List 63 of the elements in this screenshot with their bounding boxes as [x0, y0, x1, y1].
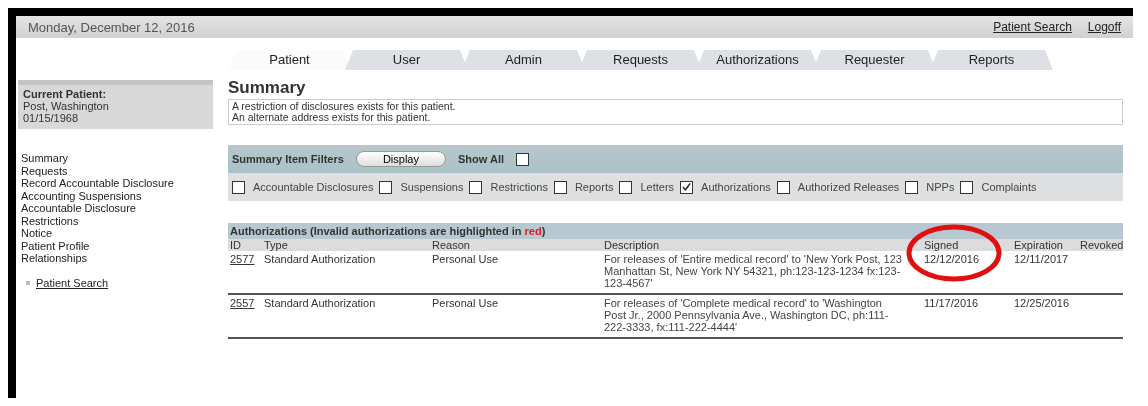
filter-label: Reports: [574, 181, 614, 193]
filter-label: Authorized Releases: [797, 181, 900, 193]
bullet-icon: [26, 280, 30, 285]
sidebar-link[interactable]: Notice: [21, 227, 228, 240]
sidebar-link[interactable]: Accounting Suspensions: [21, 189, 228, 202]
table-cell: Standard Authorization: [264, 297, 376, 309]
sidebar-link[interactable]: Patient Profile: [21, 239, 228, 252]
table-cell: Personal Use: [432, 253, 499, 265]
patient-dob: 01/15/1968: [23, 112, 80, 124]
filter-checkbox[interactable]: [905, 180, 919, 194]
filter-label: Accountable Disclosures: [253, 181, 374, 193]
filter-checkbox[interactable]: [960, 180, 974, 194]
table-cell-text: For releases of 'Complete medical record' to 'Washington Post Jr., 2000 Pennsylvania Ave., Washington DC, ph:111-222-3333, fx:111-222-4444': [604, 297, 890, 333]
filter-checkbox[interactable]: [776, 180, 790, 194]
authorization-id-link[interactable]: 2557: [230, 297, 255, 309]
sidebar-link[interactable]: Summary: [21, 152, 228, 165]
show-all-label: Show All: [457, 153, 504, 165]
filter-checkbox[interactable]: [379, 180, 393, 194]
table-cell: 11/17/2016: [924, 297, 979, 309]
notice-text: A restriction of disclosures exists for this patient.: [232, 101, 457, 112]
table-cell: Personal Use: [432, 297, 499, 309]
filter-checkbox[interactable]: [553, 180, 567, 194]
filter-label: Letters: [640, 181, 675, 193]
filter-checkbox[interactable]: [469, 180, 483, 194]
sidebar-link[interactable]: Requests: [21, 164, 228, 177]
sidebar-link[interactable]: Relationships: [21, 252, 228, 265]
sidebar-link[interactable]: Restrictions: [21, 214, 228, 227]
summary-title: Summary: [228, 78, 307, 98]
current-patient-label: Current Patient:: [23, 88, 108, 100]
column-header: Signed: [922, 239, 1012, 251]
filter-label: Authorizations: [701, 181, 771, 193]
filter-label: Complaints: [981, 181, 1037, 193]
filter-checkbox[interactable]: [232, 180, 245, 194]
filter-checkbox[interactable]: [619, 180, 633, 194]
column-header: Type: [262, 239, 430, 251]
authorization-id-link[interactable]: 2577: [230, 253, 255, 265]
filter-checkbox[interactable]: [680, 180, 694, 194]
display-button[interactable]: Display: [355, 151, 446, 167]
column-header: Expiration: [1012, 239, 1078, 251]
nav-tab[interactable]: Reports: [930, 50, 1053, 70]
column-header: ID: [228, 239, 262, 251]
table-cell: 12/12/2016: [924, 253, 980, 265]
table-cell: 12/25/2016: [1014, 297, 1070, 309]
column-header: Revoked: [1078, 239, 1123, 251]
table-cell: Standard Authorization: [264, 253, 376, 265]
table-cell: 12/11/2017: [1014, 253, 1069, 265]
sidebar-link[interactable]: Record Accountable Disclosure: [21, 177, 228, 190]
table-cell-text: For releases of 'Entire medical record' to 'New York Post, 123 Manhattan St, New York NY 54321, ph:123-123-1234 fx:123-123-4567': [604, 253, 903, 289]
show-all-checkbox[interactable]: [516, 152, 529, 166]
header-link[interactable]: Patient Search: [993, 20, 1072, 34]
filter-label: NPPs: [926, 181, 955, 193]
notice-text: An alternate address exists for this patient.: [232, 112, 431, 123]
column-header: Description: [602, 239, 922, 251]
column-header: Reason: [430, 239, 602, 251]
patient-name: Post, Washington: [23, 100, 110, 112]
sidebar-link[interactable]: Accountable Disclosure: [21, 202, 228, 215]
filter-title: Summary Item Filters: [232, 153, 344, 165]
header-link[interactable]: Logoff: [1087, 20, 1121, 34]
filter-label: Suspensions: [400, 181, 464, 193]
table-title: Authorizations (Invalid authorizations are highlighted in red): [228, 223, 1123, 239]
filter-label: Restrictions: [490, 181, 548, 193]
date-text: Monday, December 12, 2016: [28, 19, 195, 35]
patient-search-link[interactable]: Patient Search: [36, 276, 109, 289]
